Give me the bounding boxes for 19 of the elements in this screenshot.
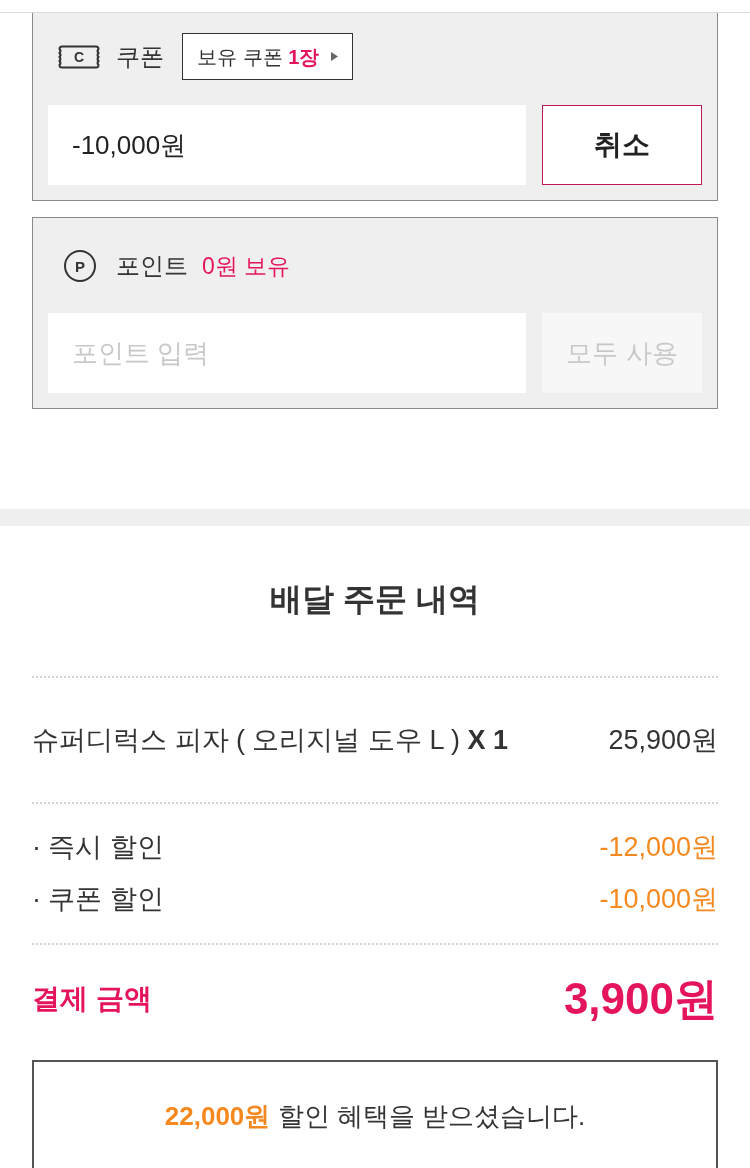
coupon-amount-field[interactable]: -10,000원 [48, 105, 526, 185]
discount-amount: -12,000원 [599, 831, 718, 864]
circled-p-icon: P [64, 250, 96, 282]
ticket-icon: C [58, 44, 100, 69]
total-amount: 3,900원 [563, 973, 718, 1025]
total-label: 결제 금액 [32, 982, 152, 1016]
order-summary-title: 배달 주문 내역 [269, 580, 481, 619]
cancel-button[interactable]: 취소 [542, 105, 702, 185]
order-item-price: 25,900원 [608, 724, 718, 757]
discount-amount: -10,000원 [599, 883, 718, 916]
discount-label: · 쿠폰 할인 [32, 883, 164, 916]
owned-coupons-button[interactable]: 보유 쿠폰 1장 [182, 33, 354, 80]
discount-label: · 즉시 할인 [32, 831, 164, 864]
caret-icon [331, 52, 339, 61]
benefit-notice-text: 22,000원 할인 혜택을 받으셨습니다. [164, 1100, 586, 1133]
coupon-label: 쿠폰 [116, 41, 164, 72]
points-label: 포인트 [116, 251, 188, 281]
points-balance: 0원 보유 [202, 251, 291, 281]
order-item-name: 슈퍼디럭스 피자 ( 오리지널 도우 L ) X 1 [32, 724, 509, 757]
